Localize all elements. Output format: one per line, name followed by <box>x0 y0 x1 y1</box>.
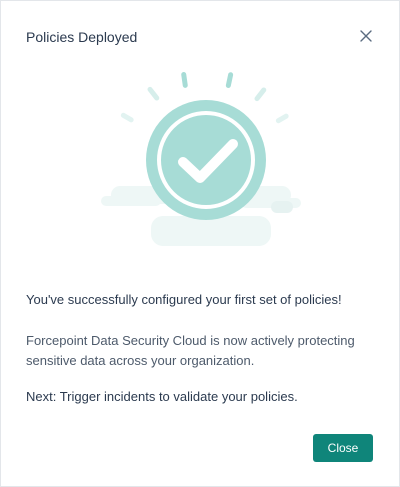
close-icon[interactable] <box>357 27 375 45</box>
description-text: Forcepoint Data Security Cloud is now ac… <box>26 333 355 368</box>
dialog-title: Policies Deployed <box>26 29 138 45</box>
success-check-icon <box>101 66 301 256</box>
next-step-text: Next: Trigger incidents to validate your… <box>26 389 298 404</box>
success-message: You've successfully configured your firs… <box>26 292 342 307</box>
policies-deployed-dialog: Policies Deployed You've successfully co… <box>0 0 400 487</box>
dialog-header: Policies Deployed <box>26 28 379 48</box>
close-button[interactable]: Close <box>313 434 373 462</box>
